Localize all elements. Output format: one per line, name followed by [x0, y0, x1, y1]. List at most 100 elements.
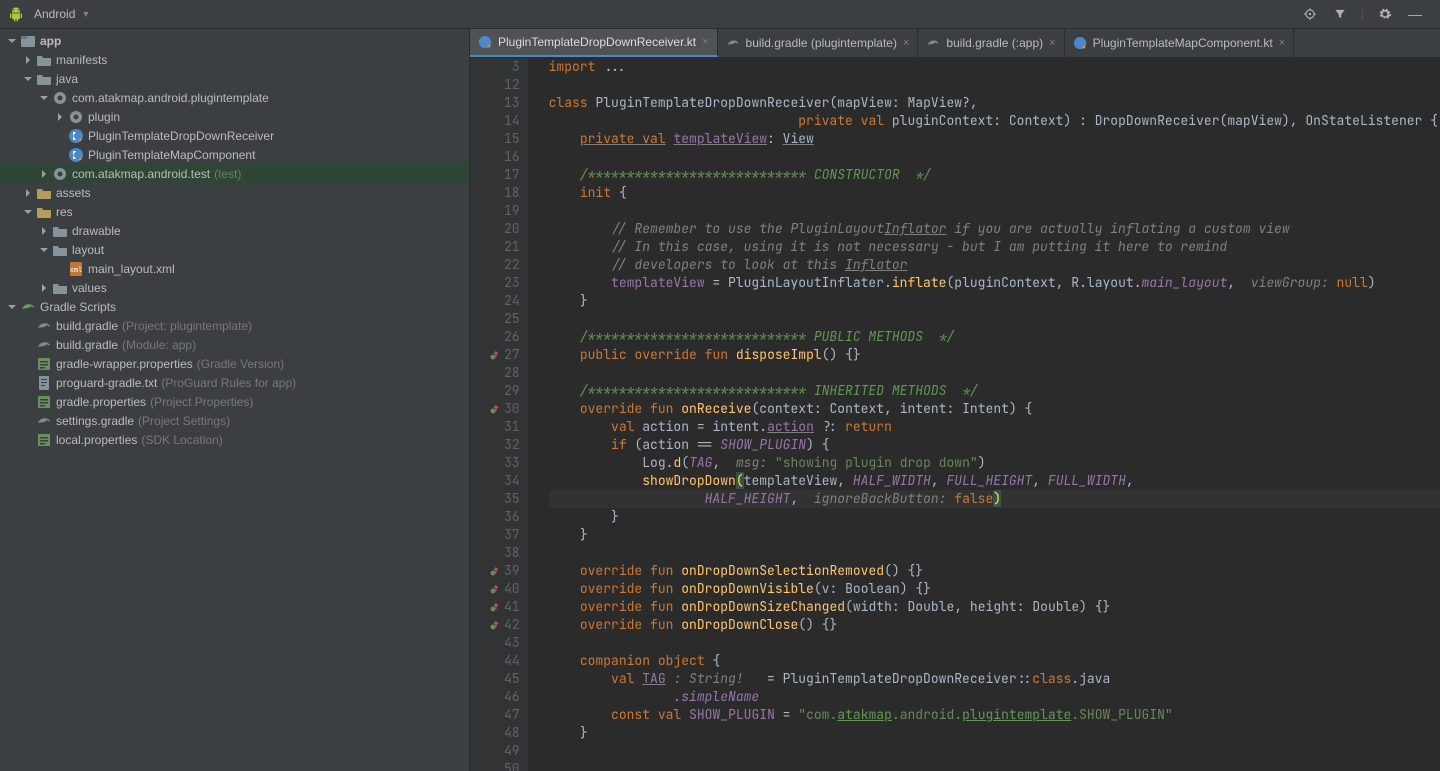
code-line[interactable]: val TAG : String! = PluginTemplateDropDo… [549, 670, 1440, 688]
tree-item[interactable]: PluginTemplateMapComponent [0, 145, 469, 164]
code-line[interactable]: /**************************** CONSTRUCTO… [549, 166, 1440, 184]
gutter-line[interactable]: 43 [490, 634, 520, 652]
tree-item[interactable]: com.atakmap.android.test(test) [0, 164, 469, 183]
code-line[interactable]: } [549, 292, 1440, 310]
tree-item[interactable]: gradle-wrapper.properties(Gradle Version… [0, 354, 469, 373]
code-line[interactable] [549, 364, 1440, 382]
gutter-line[interactable]: 27 [490, 346, 520, 364]
gutter-line[interactable]: 14 [490, 112, 520, 130]
code-line[interactable] [549, 544, 1440, 562]
code-line[interactable]: init { [549, 184, 1440, 202]
gutter-line[interactable]: 13 [490, 94, 520, 112]
gutter-line[interactable]: 48 [490, 724, 520, 742]
locate-icon[interactable] [1301, 5, 1319, 23]
chevron-down-icon[interactable] [38, 92, 50, 104]
code-line[interactable]: public override fun disposeImpl() {} [549, 346, 1440, 364]
code-line[interactable]: if (action == SHOW_PLUGIN) { [549, 436, 1440, 454]
code-line[interactable] [549, 148, 1440, 166]
gutter-line[interactable]: 50 [490, 760, 520, 771]
close-icon[interactable]: × [1279, 37, 1285, 49]
code-line[interactable]: templateView = PluginLayoutInflater.infl… [549, 274, 1440, 292]
gutter-line[interactable]: 19 [490, 202, 520, 220]
chevron-down-icon[interactable] [6, 35, 18, 47]
code-line[interactable]: companion object { [549, 652, 1440, 670]
code-line[interactable]: .simpleName [549, 688, 1440, 706]
tree-item[interactable]: proguard-gradle.txt(ProGuard Rules for a… [0, 373, 469, 392]
gutter-line[interactable]: 45 [490, 670, 520, 688]
code-line[interactable]: // developers to look at this Inflator [549, 256, 1440, 274]
tree-item[interactable]: manifests [0, 50, 469, 69]
gutter-line[interactable]: 46 [490, 688, 520, 706]
override-gutter-icon[interactable] [490, 350, 500, 360]
tree-item[interactable]: build.gradle(Project: plugintemplate) [0, 316, 469, 335]
code-line[interactable]: class PluginTemplateDropDownReceiver(map… [549, 94, 1440, 112]
gutter-line[interactable]: 12 [490, 76, 520, 94]
gutter-line[interactable]: 15 [490, 130, 520, 148]
code-line[interactable]: override fun onDropDownSizeChanged(width… [549, 598, 1440, 616]
gutter-line[interactable]: 29 [490, 382, 520, 400]
editor-tab[interactable]: PluginTemplateDropDownReceiver.kt× [470, 29, 718, 57]
gutter-line[interactable]: 39 [490, 562, 520, 580]
code-line[interactable]: showDropDown(templateView, HALF_WIDTH, F… [549, 472, 1440, 490]
gutter-line[interactable]: 40 [490, 580, 520, 598]
collapse-icon[interactable]: — [1406, 5, 1424, 23]
gutter[interactable]: 3121314151617181920212223242526272829303… [470, 58, 529, 771]
tree-item[interactable]: Gradle Scripts [0, 297, 469, 316]
gutter-line[interactable]: 25 [490, 310, 520, 328]
chevron-right-icon[interactable] [54, 111, 66, 123]
tree-item[interactable]: res [0, 202, 469, 221]
code-line[interactable]: val action = intent.action ?: return [549, 418, 1440, 436]
chevron-right-icon[interactable] [38, 225, 50, 237]
tree-item[interactable]: com.atakmap.android.plugintemplate [0, 88, 469, 107]
tree-item[interactable]: plugin [0, 107, 469, 126]
gutter-line[interactable]: 32 [490, 436, 520, 454]
tree-item[interactable]: values [0, 278, 469, 297]
code-line[interactable]: Log.d(TAG, msg: "showing plugin drop dow… [549, 454, 1440, 472]
gutter-line[interactable]: 21 [490, 238, 520, 256]
gutter-line[interactable]: 31 [490, 418, 520, 436]
tree-item[interactable]: drawable [0, 221, 469, 240]
code-line[interactable]: HALF_HEIGHT, ignoreBackButton: false) [549, 490, 1440, 508]
override-gutter-icon[interactable] [490, 602, 500, 612]
gutter-line[interactable]: 28 [490, 364, 520, 382]
code-line[interactable]: override fun onReceive(context: Context,… [549, 400, 1440, 418]
override-gutter-icon[interactable] [490, 566, 500, 576]
code-line[interactable] [549, 742, 1440, 760]
gutter-line[interactable]: 17 [490, 166, 520, 184]
code-line[interactable]: /**************************** INHERITED … [549, 382, 1440, 400]
close-icon[interactable]: × [903, 37, 909, 49]
code-line[interactable] [549, 202, 1440, 220]
gutter-line[interactable]: 35 [490, 490, 520, 508]
code-line[interactable]: // In this case, using it is not necessa… [549, 238, 1440, 256]
gutter-line[interactable]: 38 [490, 544, 520, 562]
gutter-line[interactable]: 30 [490, 400, 520, 418]
code-line[interactable]: override fun onDropDownVisible(v: Boolea… [549, 580, 1440, 598]
gutter-line[interactable]: 22 [490, 256, 520, 274]
code-line[interactable] [549, 760, 1440, 771]
filter-icon[interactable] [1331, 5, 1349, 23]
code-line[interactable]: private val pluginContext: Context) : Dr… [549, 112, 1440, 130]
code-line[interactable]: override fun onDropDownClose() {} [549, 616, 1440, 634]
tree-item[interactable]: settings.gradle(Project Settings) [0, 411, 469, 430]
gutter-line[interactable]: 16 [490, 148, 520, 166]
chevron-right-icon[interactable] [22, 54, 34, 66]
editor-tab[interactable]: build.gradle (plugintemplate)× [718, 29, 919, 57]
gutter-line[interactable]: 41 [490, 598, 520, 616]
chevron-down-icon[interactable] [6, 301, 18, 313]
code-line[interactable] [549, 310, 1440, 328]
override-gutter-icon[interactable] [490, 584, 500, 594]
tree-item[interactable]: gradle.properties(Project Properties) [0, 392, 469, 411]
chevron-down-icon[interactable] [38, 244, 50, 256]
code-line[interactable] [549, 634, 1440, 652]
tree-item[interactable]: app [0, 31, 469, 50]
code-line[interactable]: const val SHOW_PLUGIN = "com.atakmap.and… [549, 706, 1440, 724]
gutter-line[interactable]: 26 [490, 328, 520, 346]
gear-icon[interactable] [1376, 5, 1394, 23]
tree-item[interactable]: xmlmain_layout.xml [0, 259, 469, 278]
tree-item[interactable]: local.properties(SDK Location) [0, 430, 469, 449]
code-area[interactable]: import ...class PluginTemplateDropDownRe… [529, 58, 1440, 771]
chevron-down-icon[interactable] [22, 206, 34, 218]
gutter-line[interactable]: 24 [490, 292, 520, 310]
code-line[interactable]: // Remember to use the PluginLayoutInfla… [549, 220, 1440, 238]
code-line[interactable]: } [549, 508, 1440, 526]
